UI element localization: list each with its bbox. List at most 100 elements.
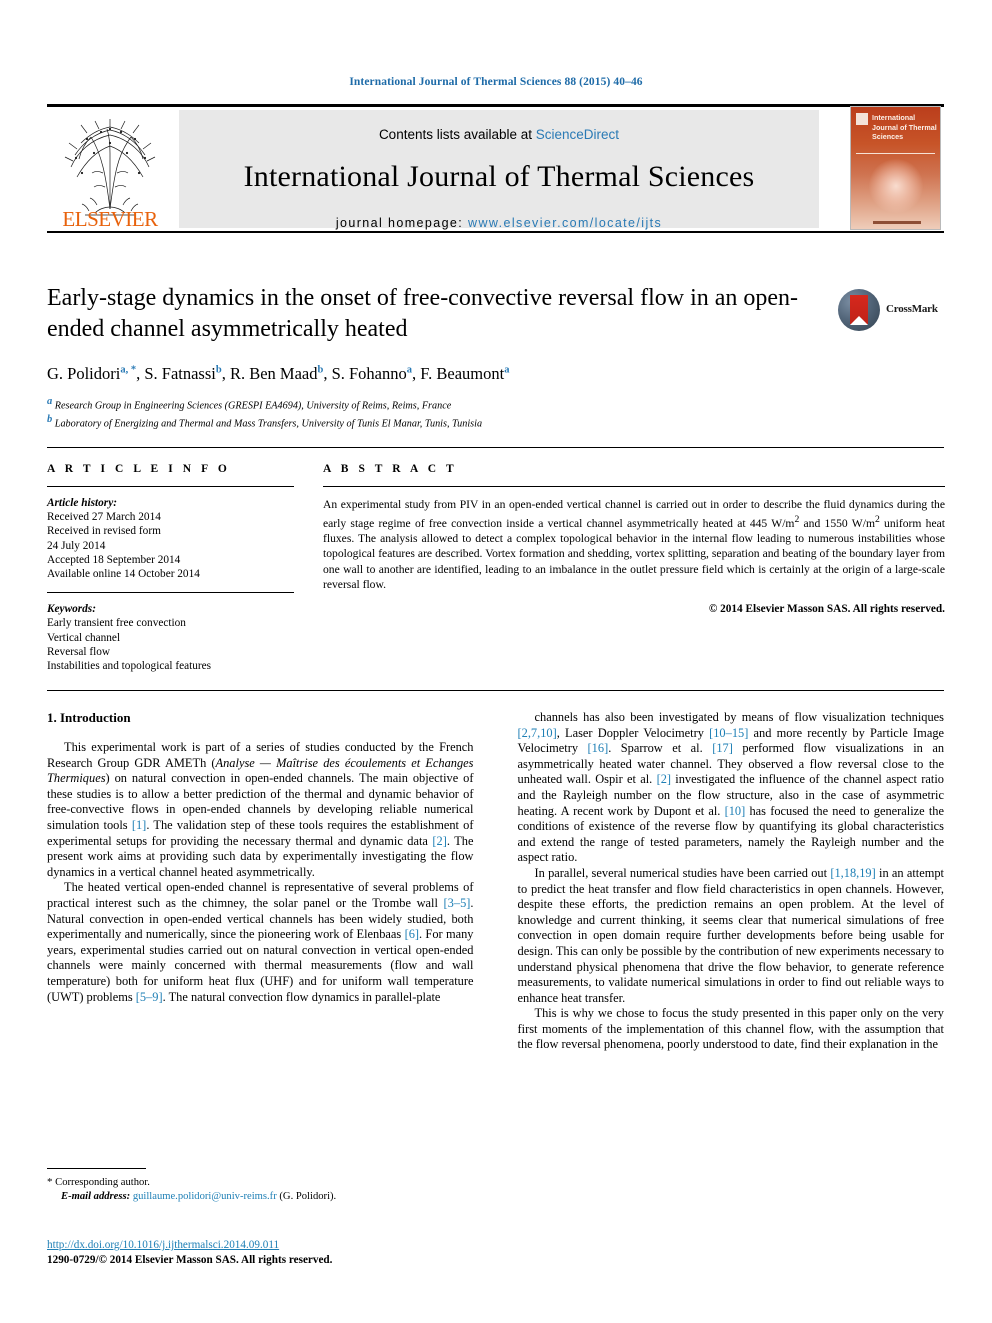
crossmark-circle-icon (838, 289, 880, 331)
abstract-text: An experimental study from PIV in an ope… (323, 498, 945, 591)
asterisk-icon: * (47, 1176, 53, 1188)
email-line: E-mail address: guillaume.polidori@univ-… (47, 1190, 477, 1204)
body-paragraph: channels has also been investigated by m… (517, 710, 945, 865)
body-paragraph: In parallel, several numerical studies h… (517, 865, 945, 1005)
body-paragraph: The heated vertical open-ended channel i… (47, 880, 474, 1004)
citation-reference[interactable]: [16] (588, 741, 609, 755)
citation-reference[interactable]: [2] (657, 772, 671, 786)
abstract-underline (323, 486, 945, 487)
affiliation-mark: a (47, 396, 53, 407)
keyword-line: Early transient free convection (47, 617, 186, 630)
author-affiliation-mark: a (406, 364, 413, 376)
article-history-line: Received 27 March 2014 (47, 511, 161, 524)
cover-title-text: International Journal of Thermal Science… (872, 113, 937, 141)
abstract-panel: A B S T R A C T An experimental study fr… (323, 463, 945, 615)
cover-publisher-mark-icon (856, 113, 868, 125)
section-heading-introduction: 1. Introduction (47, 710, 131, 725)
left-paragraphs: This experimental work is part of a seri… (47, 740, 474, 1005)
citation-reference[interactable]: [5–9] (136, 990, 163, 1004)
author-name: S. Fatnassi (144, 364, 216, 383)
citation-reference[interactable]: [17] (712, 741, 733, 755)
contents-line: Contents lists available at ScienceDirec… (179, 110, 819, 142)
abstract-heading: A B S T R A C T (323, 463, 458, 475)
paper-page: International Journal of Thermal Science… (0, 0, 992, 1323)
author-list: G. Polidoria, *, S. Fatnassib, R. Ben Ma… (47, 364, 510, 383)
article-history-line: Received in revised form (47, 525, 161, 538)
author-affiliation-mark: a, * (120, 364, 137, 376)
sciencedirect-link[interactable]: ScienceDirect (536, 127, 619, 142)
cover-divider (856, 153, 935, 154)
body-paragraph: This is why we chose to focus the study … (517, 1006, 945, 1052)
article-history-line: Available online 14 October 2014 (47, 568, 200, 581)
body-column-right: channels has also been investigated by m… (518, 710, 945, 1053)
journal-homepage-line: journal homepage: www.elsevier.com/locat… (179, 216, 819, 230)
crossmark-badge[interactable]: CrossMark (838, 289, 948, 333)
article-history-line: 24 July 2014 (47, 539, 106, 552)
masthead-center-panel: Contents lists available at ScienceDirec… (179, 110, 819, 230)
citation-reference[interactable]: [3–5] (444, 896, 471, 910)
email-link[interactable]: guillaume.polidori@univ-reims.fr (133, 1191, 277, 1202)
article-info-panel: A R T I C L E I N F O Article history: R… (47, 463, 294, 673)
citation-reference[interactable]: [2] (432, 834, 446, 848)
journal-title: International Journal of Thermal Science… (243, 160, 755, 193)
citation-reference[interactable]: [1,18,19] (830, 866, 875, 880)
right-paragraphs: channels has also been investigated by m… (518, 710, 945, 1053)
crossmark-notch-icon (850, 316, 868, 325)
masthead-bottom-rule (47, 231, 944, 233)
keywords-label: Keywords: (47, 603, 96, 616)
affiliation-line: b Laboratory of Energizing and Thermal a… (47, 413, 483, 430)
author-affiliation-mark: b (317, 364, 324, 376)
info-bottom-rule (47, 690, 944, 691)
citation-reference[interactable]: [2,7,10] (518, 726, 557, 740)
abstract-copyright: © 2014 Elsevier Masson SAS. All rights r… (708, 603, 945, 616)
citation-reference[interactable]: [10] (725, 804, 746, 818)
crossmark-label: CrossMark (886, 303, 938, 315)
keyword-line: Vertical channel (47, 631, 121, 644)
info-top-rule (47, 447, 944, 448)
issn-copyright-line: 1290-0729/© 2014 Elsevier Masson SAS. Al… (47, 1253, 333, 1266)
article-info-underline (47, 486, 294, 487)
body-columns: 1. Introduction This experimental work i… (47, 710, 944, 1053)
email-owner: (G. Polidori). (279, 1191, 337, 1202)
masthead-top-rule (47, 104, 944, 107)
author-name: R. Ben Maad (229, 364, 318, 383)
keywords-divider (47, 592, 294, 594)
citation-reference[interactable]: [10–15] (709, 726, 748, 740)
keyword-line: Instabilities and topological features (47, 660, 212, 673)
running-head: International Journal of Thermal Science… (349, 76, 643, 88)
article-history-group: Article history: Received 27 March 2014 R… (47, 496, 294, 581)
author-affiliation-mark: a (504, 364, 510, 376)
doi-link[interactable]: http://dx.doi.org/10.1016/j.ijthermalsci… (47, 1238, 477, 1253)
corresponding-author-text: Corresponding author. (55, 1177, 150, 1188)
corresponding-author-line: * Corresponding author. (47, 1175, 477, 1190)
author-name: S. Fohanno (331, 364, 407, 383)
keywords-group: Keywords: Early transient free convectio… (47, 602, 294, 673)
homepage-url-link[interactable]: www.elsevier.com/locate/ijts (468, 216, 662, 230)
doi-block: http://dx.doi.org/10.1016/j.ijthermalsci… (47, 1238, 477, 1267)
email-label: E-mail address: (61, 1191, 131, 1202)
article-info-heading: A R T I C L E I N F O (47, 463, 231, 475)
body-paragraph: This experimental work is part of a seri… (47, 740, 474, 879)
journal-cover-thumbnail: International Journal of Thermal Science… (850, 106, 941, 230)
body-column-left: 1. Introduction This experimental work i… (47, 710, 474, 1053)
author-name: G. Polidori (47, 364, 121, 383)
affiliation-mark: b (47, 413, 53, 425)
affiliation-list: a Research Group in Engineering Sciences… (47, 395, 817, 431)
cover-burst-graphic (869, 159, 923, 213)
elsevier-wordmark: ELSEVIER (62, 207, 158, 231)
title-block: Early-stage dynamics in the onset of fre… (47, 283, 817, 431)
journal-masthead: ELSEVIER Contents lists available at Sci… (47, 104, 944, 233)
citation-reference[interactable]: [6] (405, 927, 419, 941)
author-name: F. Beaumont (420, 364, 505, 383)
affiliation-line: a Research Group in Engineering Sciences… (47, 396, 452, 412)
cover-footer-bar (873, 221, 921, 224)
contents-prefix: Contents lists available at (378, 127, 536, 142)
italic-phrase: Analyse — Maîtrise des écoulements et Ec… (47, 755, 474, 786)
keyword-line: Reversal flow (47, 645, 111, 658)
article-history-label: Article history: (47, 497, 117, 509)
citation-reference[interactable]: [1] (132, 818, 146, 832)
footnote-rule (47, 1168, 146, 1169)
article-history-lines: Received 27 March 2014 Received in revise… (47, 510, 294, 581)
keyword-lines: Early transient free convection Vertical … (47, 616, 294, 673)
article-history-line: Accepted 18 September 2014 (47, 553, 181, 566)
